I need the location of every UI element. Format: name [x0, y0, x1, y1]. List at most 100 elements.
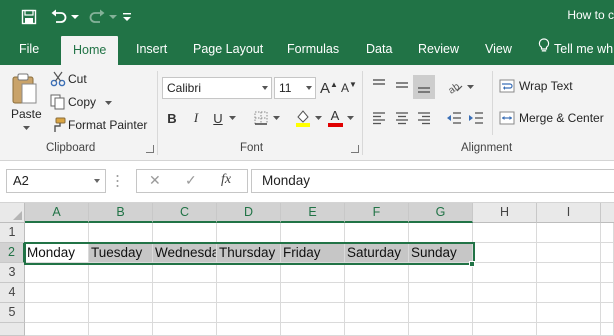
orientation-icon[interactable]: ab	[446, 77, 464, 95]
cell[interactable]	[153, 323, 217, 336]
cell[interactable]	[25, 223, 89, 243]
cell[interactable]	[153, 283, 217, 303]
copy-button[interactable]: Copy	[68, 95, 96, 109]
row-header[interactable]: 2	[0, 243, 25, 263]
cell[interactable]	[217, 323, 281, 336]
font-launcher-icon[interactable]	[351, 145, 359, 153]
tab-view[interactable]: View	[485, 34, 512, 65]
middle-align-icon[interactable]	[392, 75, 412, 95]
cell[interactable]	[537, 263, 601, 283]
fill-color-dropdown-icon[interactable]	[314, 115, 322, 121]
tab-file[interactable]: File	[19, 34, 39, 65]
cell[interactable]	[25, 263, 89, 283]
merge-center-button[interactable]: Merge & Center	[519, 111, 604, 125]
italic-button[interactable]: I	[188, 109, 204, 127]
merge-center-icon[interactable]	[498, 109, 516, 127]
cell[interactable]: Wednesday	[153, 243, 217, 263]
column-header[interactable]: B	[89, 203, 153, 223]
column-header[interactable]: H	[473, 203, 537, 223]
insert-function-icon[interactable]: fx	[221, 172, 231, 192]
tab-page-layout[interactable]: Page Layout	[193, 34, 263, 65]
cell[interactable]	[281, 303, 345, 323]
cell[interactable]	[537, 243, 601, 263]
align-center-icon[interactable]	[392, 109, 412, 127]
formula-bar-splitter[interactable]	[116, 173, 119, 189]
cell[interactable]	[601, 283, 614, 303]
font-color-button[interactable]: A	[326, 107, 344, 129]
borders-icon[interactable]	[252, 109, 270, 127]
align-right-icon[interactable]	[414, 109, 434, 127]
column-header[interactable]: C	[153, 203, 217, 223]
cell[interactable]	[217, 283, 281, 303]
column-header[interactable]: F	[345, 203, 409, 223]
orientation-dropdown-icon[interactable]	[466, 84, 474, 90]
tab-review[interactable]: Review	[418, 34, 459, 65]
cell[interactable]	[409, 323, 473, 336]
row-header[interactable]	[0, 323, 25, 336]
cell[interactable]	[409, 263, 473, 283]
bottom-align-icon[interactable]	[413, 75, 435, 99]
save-icon[interactable]	[18, 6, 40, 28]
cell[interactable]	[473, 303, 537, 323]
cell[interactable]	[345, 283, 409, 303]
cancel-icon[interactable]: ✕	[149, 172, 161, 192]
cell[interactable]	[89, 283, 153, 303]
cell[interactable]: Saturday	[345, 243, 409, 263]
decrease-indent-icon[interactable]	[444, 109, 464, 127]
cell[interactable]	[281, 283, 345, 303]
row-header[interactable]: 1	[0, 223, 25, 243]
paste-button[interactable]: Paste	[11, 107, 42, 121]
underline-button[interactable]: U	[210, 109, 226, 127]
cell[interactable]	[89, 303, 153, 323]
font-size-select[interactable]: 11	[274, 77, 316, 99]
cell[interactable]	[153, 263, 217, 283]
cell[interactable]	[217, 303, 281, 323]
cell[interactable]	[281, 263, 345, 283]
cell[interactable]	[601, 323, 614, 336]
customize-qat-icon[interactable]	[120, 6, 134, 28]
cell[interactable]: Sunday	[409, 243, 473, 263]
cell[interactable]	[25, 323, 89, 336]
fill-color-icon[interactable]	[294, 107, 312, 129]
cell[interactable]	[217, 223, 281, 243]
row-header[interactable]: 3	[0, 263, 25, 283]
select-all-button[interactable]	[0, 203, 25, 223]
cell[interactable]	[473, 323, 537, 336]
row-header[interactable]: 4	[0, 283, 25, 303]
cell[interactable]: Tuesday	[89, 243, 153, 263]
cell[interactable]	[409, 303, 473, 323]
cell[interactable]: Monday	[25, 243, 89, 263]
underline-dropdown-icon[interactable]	[228, 115, 236, 121]
fill-handle[interactable]	[469, 261, 475, 267]
font-color-dropdown-icon[interactable]	[346, 115, 354, 121]
redo-icon[interactable]	[86, 6, 108, 28]
wrap-text-icon[interactable]	[498, 77, 516, 95]
cell[interactable]	[89, 323, 153, 336]
cut-icon[interactable]	[50, 71, 66, 87]
tab-insert[interactable]: Insert	[136, 34, 167, 65]
cell[interactable]	[217, 263, 281, 283]
column-header[interactable]: G	[409, 203, 473, 223]
font-name-select[interactable]: Calibri	[162, 77, 272, 99]
cell[interactable]	[345, 223, 409, 243]
cell[interactable]	[537, 303, 601, 323]
tab-home[interactable]: Home	[61, 36, 119, 65]
copy-dropdown-icon[interactable]	[104, 100, 112, 106]
undo-icon[interactable]	[48, 6, 70, 28]
cell[interactable]	[153, 223, 217, 243]
align-left-icon[interactable]	[369, 109, 389, 127]
cell[interactable]	[537, 223, 601, 243]
cell[interactable]	[601, 243, 614, 263]
cell[interactable]	[473, 223, 537, 243]
cell[interactable]	[473, 263, 537, 283]
column-header[interactable]: I	[537, 203, 601, 223]
tell-me-box[interactable]: Tell me wh	[538, 34, 613, 65]
format-painter-icon[interactable]	[50, 117, 66, 133]
cell[interactable]: Friday	[281, 243, 345, 263]
name-box[interactable]: A2	[6, 169, 106, 193]
decrease-font-size-button[interactable]: A ▼	[340, 77, 358, 99]
cell[interactable]	[601, 223, 614, 243]
cut-button[interactable]: Cut	[68, 72, 87, 86]
format-painter-button[interactable]: Format Painter	[68, 118, 147, 132]
cell[interactable]	[345, 303, 409, 323]
